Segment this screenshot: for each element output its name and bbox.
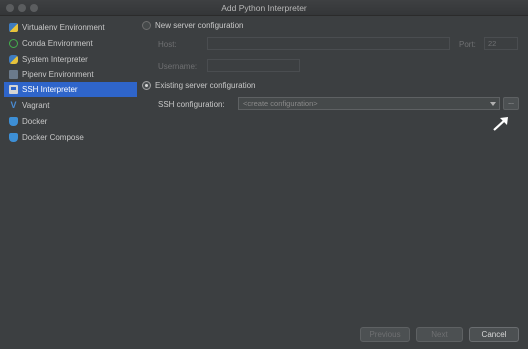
sidebar-item-conda[interactable]: Conda Environment — [4, 36, 137, 51]
new-server-radio-label: New server configuration — [155, 21, 244, 30]
browse-ssh-config-button[interactable]: ... — [503, 97, 519, 110]
username-field[interactable] — [207, 59, 300, 72]
sidebar-item-label: Docker Compose — [22, 133, 84, 142]
pipenv-icon — [9, 70, 18, 79]
conda-icon — [9, 39, 18, 48]
sidebar-item-system-interpreter[interactable]: System Interpreter — [4, 52, 137, 67]
sidebar-item-label: Pipenv Environment — [22, 70, 94, 79]
sidebar-item-vagrant[interactable]: V Vagrant — [4, 98, 137, 113]
next-button[interactable]: Next — [416, 327, 463, 342]
sidebar-item-label: Conda Environment — [22, 39, 93, 48]
host-field[interactable] — [207, 37, 450, 50]
sidebar-item-ssh-interpreter[interactable]: SSH Interpreter — [4, 82, 137, 97]
sidebar-item-label: Vagrant — [22, 101, 50, 110]
existing-server-radio-label: Existing server configuration — [155, 81, 256, 90]
host-label: Host: — [158, 40, 177, 49]
docker-compose-icon — [9, 133, 18, 142]
port-field[interactable]: 22 — [484, 37, 518, 50]
previous-button[interactable]: Previous — [360, 327, 410, 342]
sidebar-item-label: System Interpreter — [22, 55, 88, 64]
sidebar-item-docker-compose[interactable]: Docker Compose — [4, 130, 137, 145]
username-label: Username: — [158, 62, 198, 71]
ssh-configuration-label: SSH configuration: — [158, 100, 225, 109]
new-server-radio[interactable] — [142, 21, 151, 30]
sidebar-item-virtualenv[interactable]: Virtualenv Environment — [4, 20, 137, 35]
cancel-button[interactable]: Cancel — [469, 327, 519, 342]
port-label: Port: — [459, 40, 476, 49]
interpreter-type-sidebar: Virtualenv Environment Conda Environment… — [4, 18, 137, 318]
virtualenv-icon — [9, 23, 18, 32]
sidebar-item-label: SSH Interpreter — [22, 85, 78, 94]
chevron-down-icon — [490, 102, 496, 106]
existing-server-radio[interactable] — [142, 81, 151, 90]
sidebar-item-pipenv[interactable]: Pipenv Environment — [4, 67, 137, 82]
ssh-configuration-select[interactable]: <create configuration> — [238, 97, 500, 110]
docker-icon — [9, 117, 18, 126]
sidebar-item-docker[interactable]: Docker — [4, 114, 137, 129]
ssh-icon — [9, 85, 18, 94]
ssh-configuration-value: <create configuration> — [243, 99, 318, 108]
window-title: Add Python Interpreter — [221, 3, 307, 13]
title-bar: Add Python Interpreter — [0, 0, 528, 16]
pointer-arrow-icon — [493, 117, 508, 131]
vagrant-icon: V — [10, 100, 17, 110]
python-icon — [9, 55, 18, 64]
sidebar-item-label: Docker — [22, 117, 48, 126]
sidebar-item-label: Virtualenv Environment — [22, 23, 105, 32]
